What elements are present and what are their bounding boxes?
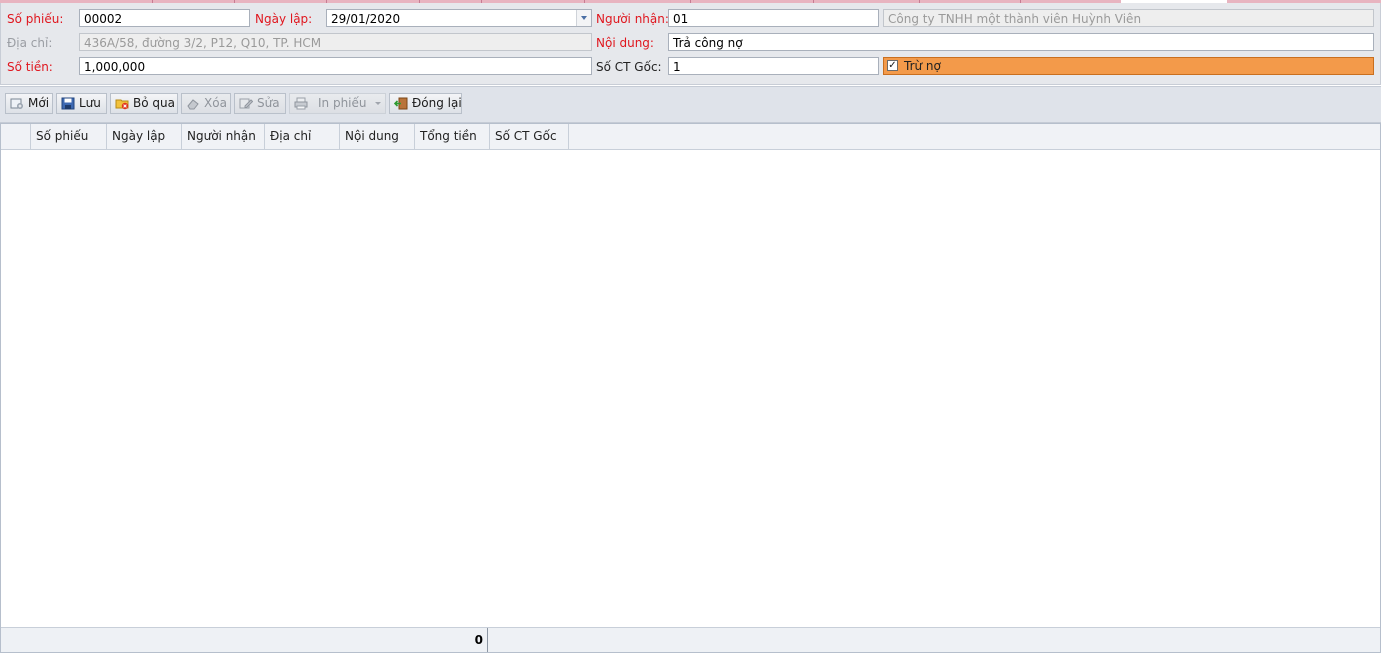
ngay-lap-date-picker[interactable]: 29/01/2020 [326, 9, 592, 27]
column-header-noi-dung[interactable]: Nội dung [340, 124, 415, 149]
grid-total-value: 0 [1, 628, 488, 652]
so-tien-input[interactable]: 1,000,000 [79, 57, 592, 75]
column-header-so-ct-goc[interactable]: Số CT Gốc [490, 124, 569, 149]
so-ct-goc-label: Số CT Gốc: [596, 60, 662, 74]
column-header-nguoi-nhan[interactable]: Người nhận [182, 124, 265, 149]
nguoi-nhan-code-input[interactable]: 01 [668, 9, 879, 27]
ngay-lap-label: Ngày lập: [255, 12, 313, 26]
nguoi-nhan-label: Người nhận: [596, 12, 669, 26]
grid-header: Số phiếu Ngày lập Người nhận Địa chỉ Nội… [1, 124, 1380, 150]
printer-icon [294, 97, 308, 110]
delete-button-label: Xóa [204, 96, 227, 110]
delete-button[interactable]: Xóa [181, 93, 231, 114]
column-header-ngay-lap[interactable]: Ngày lập [107, 124, 182, 149]
new-button[interactable]: Mới [5, 93, 53, 114]
so-phieu-label: Số phiếu: [7, 12, 64, 26]
receipts-grid: Số phiếu Ngày lập Người nhận Địa chỉ Nội… [0, 123, 1381, 653]
edit-button[interactable]: Sửa [234, 93, 286, 114]
so-phieu-input[interactable]: 00002 [79, 9, 250, 27]
dia-chi-label: Địa chỉ: [7, 36, 53, 50]
new-document-icon [10, 98, 23, 109]
folder-cancel-icon [115, 99, 129, 110]
receipt-form: Số phiếu: 00002 Ngày lập: 29/01/2020 Ngư… [0, 3, 1381, 85]
print-dropdown-chevron-icon[interactable] [375, 102, 381, 105]
dia-chi-field: 436A/58, đường 3/2, P12, Q10, TP. HCM [79, 33, 592, 51]
exit-door-icon [394, 97, 408, 110]
edit-button-label: Sửa [257, 96, 280, 110]
action-toolbar: Mới Lưu Bỏ qua Xóa Sửa In phiếu Đóng lại [0, 86, 1381, 123]
noi-dung-input[interactable]: Trả công nợ [668, 33, 1374, 51]
checkbox-check-icon[interactable]: ✓ [887, 60, 898, 71]
column-header-dia-chi[interactable]: Địa chỉ [265, 124, 340, 149]
so-tien-label: Số tiền: [7, 60, 53, 74]
skip-button-label: Bỏ qua [133, 96, 175, 110]
date-dropdown-icon[interactable] [576, 10, 591, 26]
print-button-label: In phiếu [318, 96, 367, 110]
new-button-label: Mới [28, 96, 50, 110]
save-icon [61, 97, 75, 110]
row-indicator-header [1, 124, 31, 149]
grid-footer: 0 [1, 627, 1380, 652]
column-header-tong-tien[interactable]: Tổng tiền [415, 124, 490, 149]
column-header-so-phieu[interactable]: Số phiếu [31, 124, 107, 149]
close-button-label: Đóng lại [412, 96, 462, 110]
tru-no-label: Trừ nợ [904, 59, 941, 73]
eraser-icon [187, 99, 199, 110]
ngay-lap-value: 29/01/2020 [331, 12, 401, 26]
save-button[interactable]: Lưu [56, 93, 107, 114]
skip-button[interactable]: Bỏ qua [110, 93, 178, 114]
so-ct-goc-input[interactable]: 1 [668, 57, 879, 75]
noi-dung-label: Nội dung: [596, 36, 654, 50]
close-button[interactable]: Đóng lại [389, 93, 462, 114]
save-button-label: Lưu [79, 96, 101, 110]
print-button[interactable]: In phiếu [289, 93, 386, 114]
tru-no-checkbox[interactable]: ✓ Trừ nợ [883, 57, 1374, 75]
nguoi-nhan-name-field: Công ty TNHH một thành viên Huỳnh Viên [883, 9, 1374, 27]
edit-pencil-icon [239, 98, 253, 109]
